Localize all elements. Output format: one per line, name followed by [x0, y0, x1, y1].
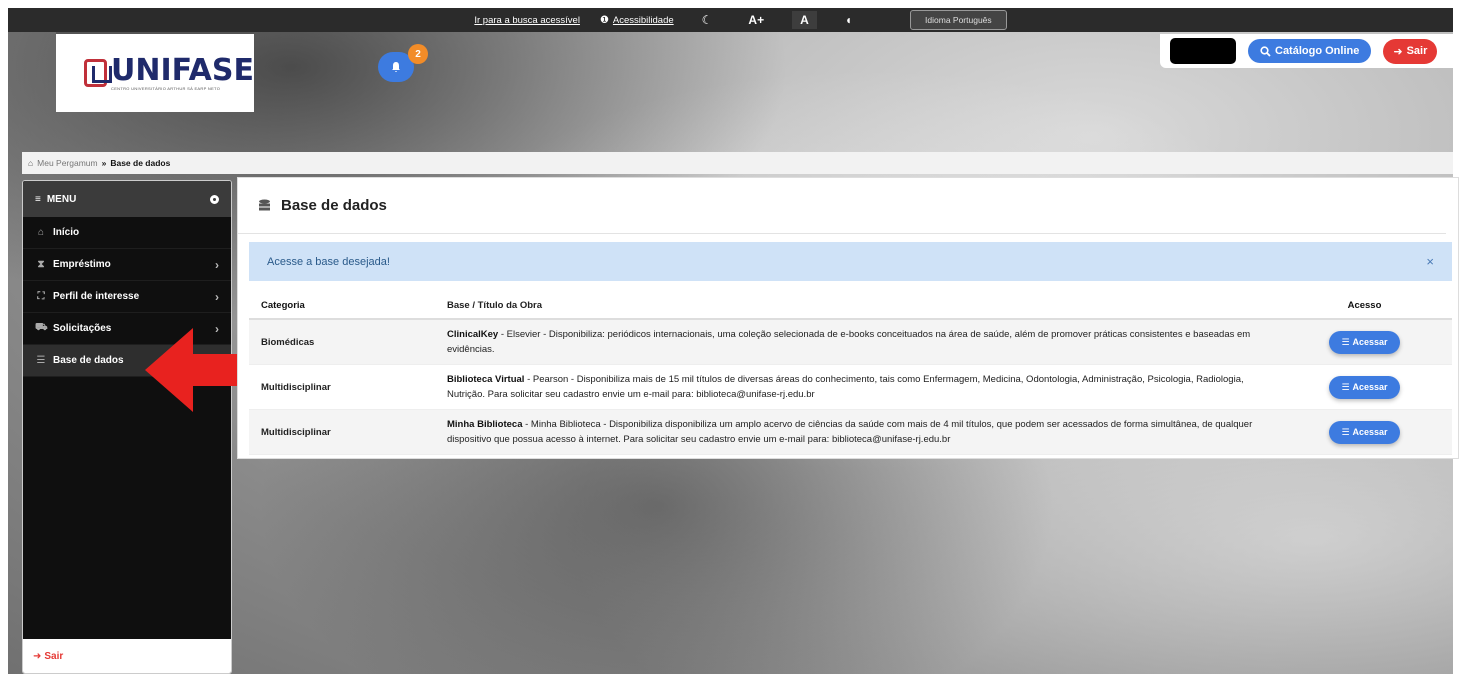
hourglass-icon: ⧗ [37, 259, 45, 270]
breadcrumb: ⌂ Meu Pergamum » Base de dados [22, 152, 1453, 174]
home-icon: ⌂ [28, 158, 34, 168]
row-categoria: Multidisciplinar [261, 426, 331, 438]
table-header: Categoria Base / Título da Obra Acesso [249, 292, 1452, 320]
menu-header[interactable]: ≡ MENU [23, 181, 231, 217]
chevron-right-icon: › [215, 257, 219, 272]
row-desc-text: - Minha Biblioteca - Disponibiliza dispo… [447, 419, 1253, 445]
acessibilidade-link[interactable]: Acessibilidade [613, 15, 674, 26]
table-row: Biomédicas ClinicalKey - Elsevier - Disp… [249, 320, 1452, 365]
database-icon: ☰ [1341, 336, 1350, 347]
edge-top [0, 0, 1459, 8]
logo-wordmark: UNIFASE [111, 52, 254, 88]
breadcrumb-home[interactable]: Meu Pergamum [37, 158, 97, 168]
logo-subtitle: CENTRO UNIVERSITÁRIO ARTHUR SÁ EARP NETO [111, 85, 221, 91]
sidebar-item-label: Base de dados [53, 355, 124, 366]
database-icon: ☰ [36, 355, 46, 366]
sign-out-icon: ➜ [33, 650, 42, 662]
row-desc-text: - Elsevier - Disponibiliza: periódicos i… [447, 329, 1251, 355]
logout-label: Sair [1406, 45, 1428, 57]
acessar-label: Acessar [1352, 427, 1388, 437]
column-header-categoria: Categoria [261, 299, 305, 311]
search-icon [1260, 45, 1271, 57]
sidebar-logout-label: Sair [44, 650, 64, 662]
database-icon: ☰ [1341, 381, 1350, 392]
notification-count-badge: 2 [408, 44, 428, 64]
table-row: Multidisciplinar Biblioteca Virtual - Pe… [249, 365, 1452, 410]
sign-out-icon: ➜ [1393, 45, 1403, 58]
font-decrease-button[interactable]: ◖ [837, 11, 860, 29]
acessar-label: Acessar [1352, 382, 1388, 392]
sidebar-item-emprestimo[interactable]: ⧗ Empréstimo › [23, 249, 231, 281]
menu-label: MENU [46, 193, 77, 205]
row-categoria: Biomédicas [261, 336, 315, 348]
row-title: Minha Biblioteca [447, 419, 523, 430]
sidebar-item-label: Perfil de interesse [53, 291, 140, 302]
sidebar-item-label: Início [53, 227, 80, 238]
alert-close-button[interactable]: × [1426, 254, 1434, 269]
breadcrumb-separator: » [101, 158, 107, 168]
database-icon [259, 199, 270, 210]
font-increase-button[interactable]: A+ [740, 11, 772, 29]
hamburger-icon: ≡ [35, 193, 41, 205]
breadcrumb-current: Base de dados [110, 158, 171, 168]
header-actions: Catálogo Online ➜ Sair [1160, 34, 1453, 68]
column-header-base: Base / Título da Obra [447, 299, 543, 311]
chevron-right-icon: › [215, 289, 219, 304]
column-header-acesso: Acesso [1347, 299, 1382, 311]
logout-button[interactable]: ➜ Sair [1383, 38, 1438, 64]
row-categoria: Multidisciplinar [261, 381, 331, 393]
bell-icon [392, 62, 400, 72]
busca-acessivel-link[interactable]: Ir para a busca acessível [474, 15, 580, 26]
sidebar-logout-link[interactable]: ➜ Sair [23, 639, 231, 673]
language-select[interactable]: Idioma Português [910, 10, 1007, 30]
cart-icon: ⛟ [35, 322, 48, 333]
acessar-button[interactable]: ☰ Acessar [1329, 420, 1400, 444]
row-description: ClinicalKey - Elsevier - Disponibiliza: … [447, 327, 1277, 357]
catalogo-online-button[interactable]: Catálogo Online [1248, 39, 1372, 63]
row-description: Biblioteca Virtual - Pearson - Disponibi… [447, 372, 1277, 402]
logo-mark-icon [84, 59, 112, 87]
databases-table: Categoria Base / Título da Obra Acesso B… [249, 292, 1452, 455]
acessar-button[interactable]: ☰ Acessar [1329, 375, 1400, 399]
table-row: Multidisciplinar Minha Biblioteca - Minh… [249, 410, 1452, 455]
logo[interactable]: UNIFASE CENTRO UNIVERSITÁRIO ARTHUR SÁ E… [56, 32, 254, 112]
row-acesso-cell: ☰ Acessar [1277, 420, 1452, 444]
user-name-redacted[interactable] [1170, 38, 1236, 64]
row-acesso-cell: ☰ Acessar [1277, 330, 1452, 354]
row-desc-text: - Pearson - Disponibiliza mais de 15 mil… [447, 374, 1244, 400]
row-title: ClinicalKey [447, 329, 499, 340]
sidebar-item-label: Solicitações [53, 323, 112, 334]
red-arrow-annotation [145, 328, 251, 412]
home-icon: ⌂ [37, 227, 45, 238]
sidebar: ≡ MENU ⌂ Início ⧗ Empréstimo › ⛶ Perfil … [22, 180, 232, 674]
contrast-button[interactable]: ☾ [694, 11, 721, 29]
sitemap-icon: ⛶ [37, 291, 45, 302]
edge-left [0, 0, 8, 674]
menu-toggle-icon[interactable] [210, 194, 219, 204]
row-description: Minha Biblioteca - Minha Biblioteca - Di… [447, 417, 1277, 447]
sidebar-item-perfil-interesse[interactable]: ⛶ Perfil de interesse › [23, 281, 231, 313]
info-alert: Acesse a base desejada! × [249, 242, 1452, 281]
acessar-button[interactable]: ☰ Acessar [1329, 330, 1400, 354]
row-acesso-cell: ☰ Acessar [1277, 375, 1452, 399]
alert-message: Acesse a base desejada! [267, 255, 390, 268]
info-icon: ❶ [599, 14, 609, 26]
page-title-text: Base de dados [281, 197, 387, 214]
sidebar-item-label: Empréstimo [53, 259, 111, 270]
font-reset-button[interactable]: A [792, 11, 817, 29]
catalogo-online-label: Catálogo Online [1275, 45, 1360, 57]
sidebar-item-inicio[interactable]: ⌂ Início [23, 217, 231, 249]
acessibilidade-link-wrap[interactable]: ❶ Acessibilidade [600, 15, 674, 26]
page-title: Base de dados [238, 178, 1446, 234]
acessar-label: Acessar [1352, 337, 1388, 347]
main-panel: Base de dados Acesse a base desejada! × … [237, 177, 1459, 459]
database-icon: ☰ [1341, 426, 1350, 437]
row-title: Biblioteca Virtual [447, 374, 525, 385]
accessibility-bar: Ir para a busca acessível ❶ Acessibilida… [8, 8, 1453, 32]
